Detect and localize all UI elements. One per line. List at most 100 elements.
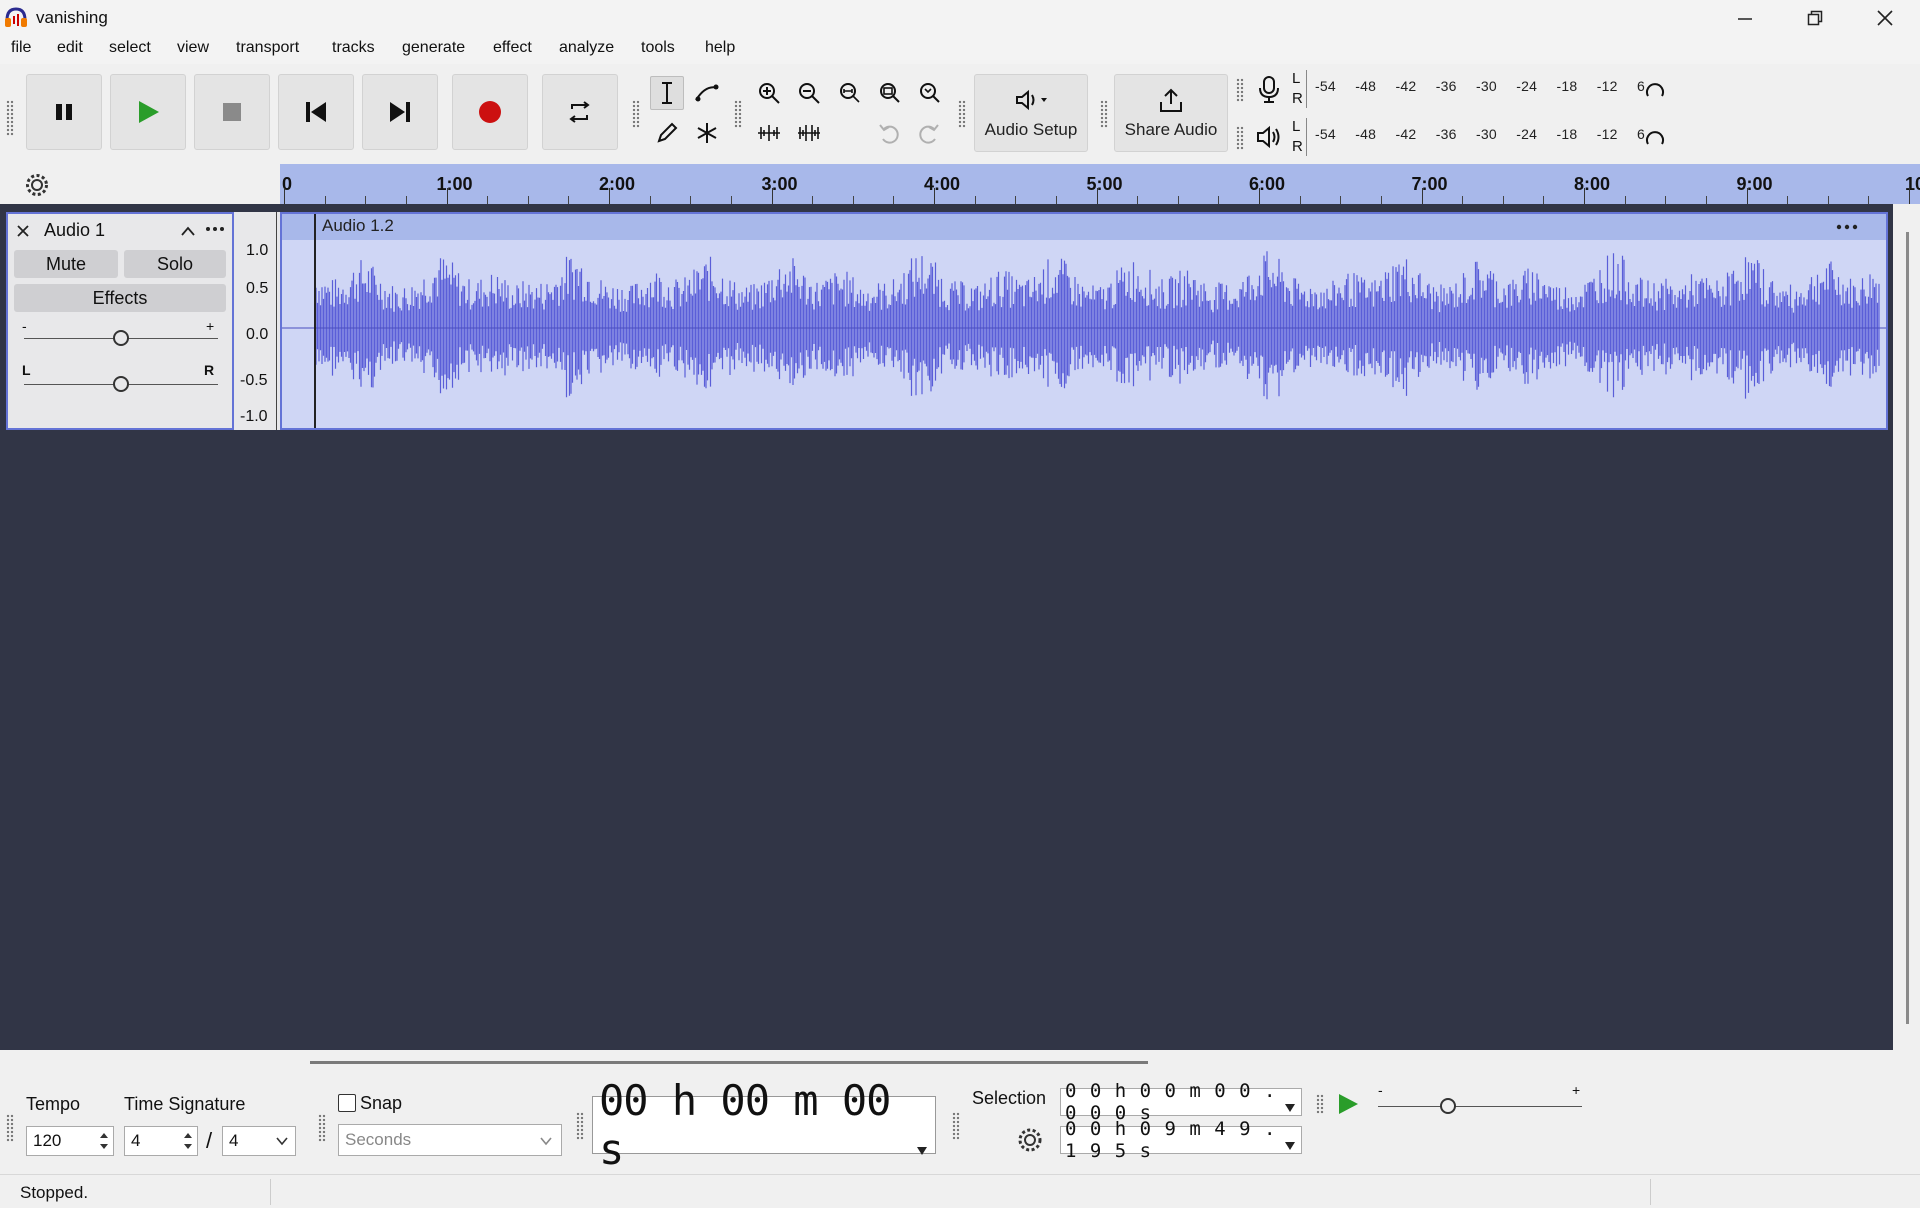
vruler-label: 0.0 bbox=[246, 326, 269, 343]
clip-name[interactable]: Audio 1.2 bbox=[322, 216, 394, 236]
gain-slider[interactable] bbox=[24, 330, 218, 346]
menu-analyze[interactable]: analyze bbox=[559, 39, 614, 57]
menu-view[interactable]: view bbox=[177, 39, 209, 57]
microphone-icon[interactable] bbox=[1254, 74, 1284, 109]
timeline-settings-button[interactable] bbox=[24, 172, 50, 203]
zoom-toggle-button[interactable] bbox=[912, 76, 946, 110]
multi-tool-button[interactable] bbox=[690, 116, 724, 150]
play-speed-slider[interactable] bbox=[1378, 1098, 1582, 1114]
snap-unit-select[interactable]: Seconds bbox=[338, 1124, 562, 1156]
vertical-ruler[interactable]: 1.0 0.5 0.0 -0.5 -1.0 bbox=[234, 212, 280, 430]
edit-toolbar-grip[interactable] bbox=[734, 100, 742, 128]
numerator-spinner[interactable] bbox=[181, 1129, 195, 1158]
close-window-button[interactable] bbox=[1855, 0, 1915, 36]
snap-grip[interactable] bbox=[318, 1114, 326, 1142]
selection-settings-button[interactable] bbox=[1016, 1126, 1044, 1159]
play-meter[interactable]: -54 -48 -42 -36 -30 -24 -18 -12 6 bbox=[1306, 118, 1658, 156]
menu-tracks[interactable]: tracks bbox=[332, 39, 375, 57]
restore-button[interactable] bbox=[1785, 0, 1845, 36]
waveform[interactable] bbox=[282, 240, 1886, 428]
zoom-out-button[interactable] bbox=[792, 76, 826, 110]
audio-setup-grip[interactable] bbox=[958, 100, 966, 128]
menu-transport[interactable]: transport bbox=[236, 39, 299, 57]
fit-selection-button[interactable] bbox=[832, 76, 866, 110]
play-at-speed-button[interactable] bbox=[1334, 1090, 1362, 1123]
menu-edit[interactable]: edit bbox=[57, 39, 83, 57]
timeline-minor-tick bbox=[1299, 196, 1301, 204]
tempo-input[interactable]: 120 bbox=[26, 1126, 114, 1156]
play-speed-thumb[interactable] bbox=[1440, 1098, 1456, 1114]
clip-header[interactable]: Audio 1.2 bbox=[282, 214, 1886, 240]
undo-button[interactable] bbox=[872, 116, 906, 150]
stop-button[interactable] bbox=[194, 74, 270, 150]
play-at-speed-grip[interactable] bbox=[1316, 1094, 1324, 1114]
selection-start-time[interactable]: 0 0 h 0 0 m 0 0 . 0 0 0 s bbox=[1060, 1080, 1302, 1124]
snap-label[interactable]: Snap bbox=[360, 1093, 402, 1114]
record-meter[interactable]: -54 -48 -42 -36 -30 -24 -18 -12 6 bbox=[1306, 70, 1658, 108]
minimize-button[interactable] bbox=[1715, 0, 1775, 36]
time-display[interactable]: 00 h 00 m 00 s bbox=[592, 1076, 936, 1174]
record-button[interactable] bbox=[452, 74, 528, 150]
tempo-spinner[interactable] bbox=[97, 1129, 111, 1158]
pan-left-label: L bbox=[22, 362, 31, 378]
time-grip[interactable] bbox=[576, 1112, 584, 1140]
tools-toolbar-grip[interactable] bbox=[632, 100, 640, 128]
record-meter-dial-icon[interactable] bbox=[1644, 80, 1666, 107]
audio-setup-button[interactable]: Audio Setup bbox=[974, 74, 1088, 152]
share-audio-button[interactable]: Share Audio bbox=[1114, 74, 1228, 152]
collapse-track-button[interactable] bbox=[180, 224, 196, 242]
time-signature-numerator[interactable]: 4 bbox=[124, 1126, 198, 1156]
menu-select[interactable]: select bbox=[109, 39, 151, 57]
play-meter-grip[interactable] bbox=[1236, 126, 1244, 150]
gain-slider-thumb[interactable] bbox=[113, 330, 129, 346]
silence-audio-button[interactable] bbox=[792, 116, 826, 150]
share-audio-grip[interactable] bbox=[1100, 100, 1108, 128]
clip-menu-button[interactable] bbox=[1834, 218, 1860, 241]
horizontal-scrollbar-thumb[interactable] bbox=[310, 1061, 1148, 1064]
track-name[interactable]: Audio 1 bbox=[44, 220, 105, 241]
skip-to-end-button[interactable] bbox=[362, 74, 438, 150]
play-meter-l: L bbox=[1292, 118, 1301, 135]
menu-file[interactable]: file bbox=[11, 39, 31, 57]
play-button[interactable] bbox=[110, 74, 186, 150]
mute-button[interactable]: Mute bbox=[14, 250, 118, 278]
fit-project-button[interactable] bbox=[872, 76, 906, 110]
draw-tool-button[interactable] bbox=[650, 116, 684, 150]
play-meter-dial-icon[interactable] bbox=[1644, 128, 1666, 155]
speaker-icon[interactable] bbox=[1254, 122, 1284, 157]
pause-button[interactable] bbox=[26, 74, 102, 150]
audio-clip[interactable]: Audio 1.2 bbox=[280, 212, 1888, 430]
selection-tool-button[interactable] bbox=[650, 76, 684, 110]
time-signature-grip[interactable] bbox=[6, 1114, 14, 1142]
close-track-button[interactable] bbox=[16, 224, 30, 243]
skip-to-start-button[interactable] bbox=[278, 74, 354, 150]
record-meter-grip[interactable] bbox=[1236, 78, 1244, 102]
selection-grip[interactable] bbox=[952, 1112, 960, 1140]
pan-slider-thumb[interactable] bbox=[113, 376, 129, 392]
envelope-tool-button[interactable] bbox=[690, 76, 724, 110]
loop-button[interactable] bbox=[542, 74, 618, 150]
selection-end-time[interactable]: 0 0 h 0 9 m 4 9 . 1 9 5 s bbox=[1060, 1118, 1302, 1162]
timesig-num-value: 4 bbox=[131, 1131, 141, 1150]
trim-audio-button[interactable] bbox=[752, 116, 786, 150]
timeline-ruler[interactable]: 01:002:003:004:005:006:007:008:009:0010:… bbox=[280, 164, 1920, 204]
horizontal-scrollbar-track[interactable] bbox=[0, 1050, 1920, 1074]
playhead-cursor[interactable] bbox=[314, 214, 316, 428]
time-signature-denominator[interactable]: 4 bbox=[222, 1126, 296, 1156]
menu-help[interactable]: help bbox=[705, 39, 735, 57]
snap-checkbox[interactable] bbox=[338, 1094, 356, 1112]
transport-toolbar-grip[interactable] bbox=[6, 100, 14, 136]
track-menu-button[interactable] bbox=[204, 220, 226, 243]
pan-slider[interactable] bbox=[24, 376, 218, 392]
vertical-scrollbar[interactable] bbox=[1906, 232, 1909, 1024]
solo-button[interactable]: Solo bbox=[124, 250, 226, 278]
menu-tools[interactable]: tools bbox=[641, 39, 675, 57]
tempo-value: 120 bbox=[33, 1131, 62, 1150]
effects-button[interactable]: Effects bbox=[14, 284, 226, 312]
track-control-panel[interactable]: Audio 1 Mute Solo Effects - + L R bbox=[6, 212, 234, 430]
redo-button[interactable] bbox=[912, 116, 946, 150]
menu-generate[interactable]: generate bbox=[402, 39, 465, 57]
zoom-in-button[interactable] bbox=[752, 76, 786, 110]
pan-right-label: R bbox=[204, 362, 215, 378]
menu-effect[interactable]: effect bbox=[493, 39, 532, 57]
